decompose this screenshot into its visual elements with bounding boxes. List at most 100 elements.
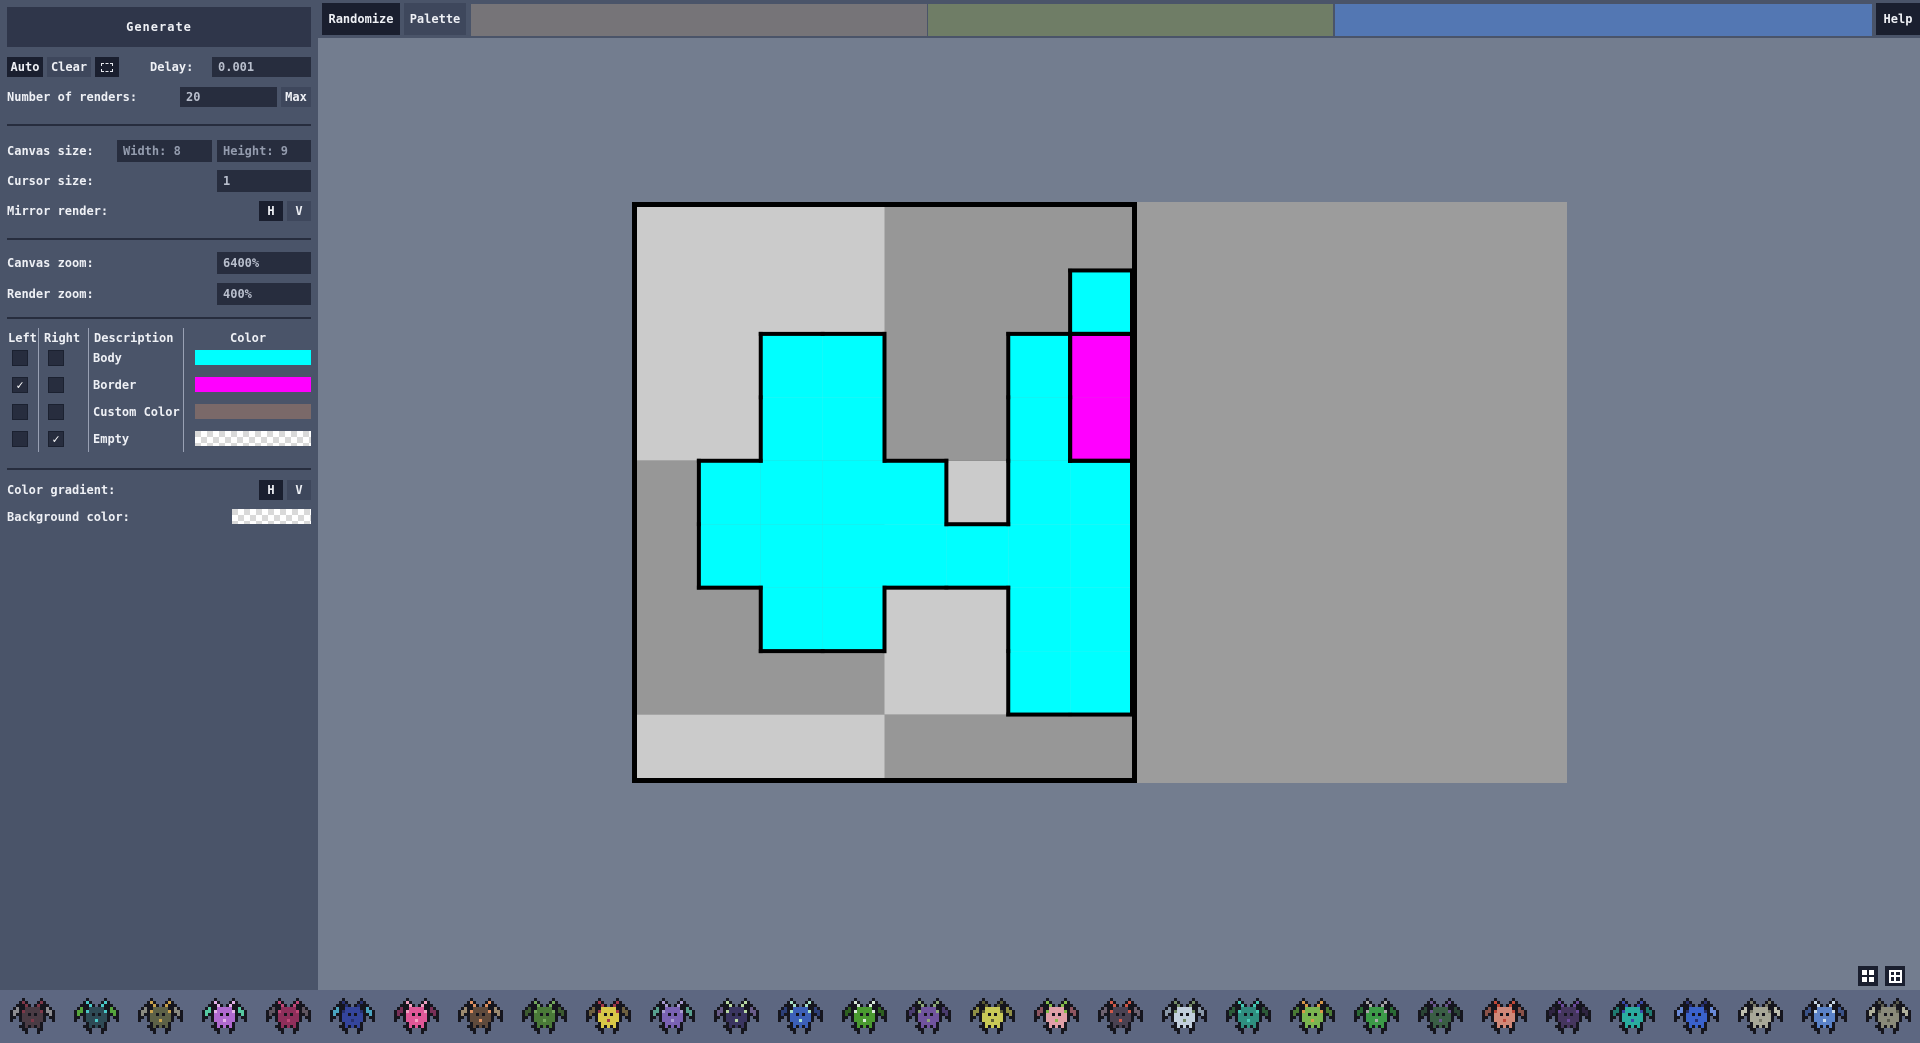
render-thumbnail[interactable] [842,998,887,1034]
empty-row-label: Empty [93,431,129,447]
renders-input[interactable]: 20 [180,87,277,107]
render-thumbnail[interactable] [906,998,951,1034]
render-thumbnail[interactable] [778,998,823,1034]
custom-right-checkbox[interactable] [48,404,64,420]
main-area [318,38,1920,990]
color-slot-green[interactable] [928,4,1333,36]
gradient-v-button[interactable]: V [287,480,311,500]
border-color-swatch[interactable] [195,377,311,392]
grid-view-button[interactable] [1885,966,1905,986]
render-thumbnail[interactable] [266,998,311,1034]
render-thumbnail[interactable] [458,998,503,1034]
canvas-width-input[interactable]: Width: 8 [117,140,212,162]
render-zoom-input[interactable]: 400% [217,283,311,305]
render-thumbnail[interactable] [74,998,119,1034]
cursor-size-label: Cursor size: [7,170,94,192]
tile-view-button[interactable] [1858,966,1878,986]
color-gradient-label: Color gradient: [7,480,115,500]
mirror-render-label: Mirror render: [7,201,108,221]
divider [7,468,311,470]
topbar: Randomize Palette Help [318,0,1920,38]
border-left-checkbox[interactable]: ✓ [12,377,28,393]
column-header-right: Right [44,330,80,346]
render-thumbnail[interactable] [138,998,183,1034]
table-separator [183,328,184,452]
color-slot-blue[interactable] [1335,4,1872,36]
four-squares-icon [1862,970,1874,982]
render-thumbnail[interactable] [1226,998,1271,1034]
render-thumbnail[interactable] [1802,998,1847,1034]
canvas-size-label: Canvas size: [7,140,94,162]
renders-label: Number of renders: [7,87,137,107]
panel-title-text: Generate [126,20,192,34]
randomize-button[interactable]: Randomize [322,3,400,35]
cursor-size-input[interactable]: 1 [217,170,311,192]
generate-panel: Generate Auto Clear Delay: 0.001 Number … [0,0,318,990]
mirror-h-button[interactable]: H [259,201,283,221]
divider [7,317,311,319]
body-color-swatch[interactable] [195,350,311,365]
render-thumbnail[interactable] [330,998,375,1034]
dashed-frame-icon [101,63,113,72]
delay-label: Delay: [150,57,193,77]
clear-button[interactable]: Clear [47,57,91,77]
render-thumbnail[interactable] [1418,998,1463,1034]
render-thumbnail[interactable] [1738,998,1783,1034]
column-header-description: Description [94,330,173,346]
gradient-h-button[interactable]: H [259,480,283,500]
render-thumbnail[interactable] [522,998,567,1034]
background-color-label: Background color: [7,507,130,527]
render-zoom-label: Render zoom: [7,283,94,305]
delay-input[interactable]: 0.001 [212,57,311,77]
table-separator [38,328,39,452]
divider [7,124,311,126]
render-thumbnail[interactable] [586,998,631,1034]
empty-color-swatch[interactable] [195,431,311,446]
custom-left-checkbox[interactable] [12,404,28,420]
border-row-label: Border [93,377,136,393]
render-thumbnail[interactable] [1866,998,1911,1034]
empty-right-checkbox[interactable]: ✓ [48,431,64,447]
render-thumbnail[interactable] [1162,998,1207,1034]
palette-button[interactable]: Palette [404,3,466,35]
body-right-checkbox[interactable] [48,350,64,366]
canvas-zoom-label: Canvas zoom: [7,252,94,274]
color-slot-gray[interactable] [471,4,927,36]
pixel-canvas[interactable] [632,202,1567,783]
render-thumbnail[interactable] [650,998,695,1034]
canvas-height-input[interactable]: Height: 9 [217,140,311,162]
body-row-label: Body [93,350,122,366]
mirror-v-button[interactable]: V [287,201,311,221]
render-thumbnail[interactable] [394,998,439,1034]
render-thumbnail[interactable] [1674,998,1719,1034]
render-thumbnail[interactable] [1098,998,1143,1034]
render-strip [0,990,1920,1043]
canvas-widget[interactable] [632,202,1567,783]
body-left-checkbox[interactable] [12,350,28,366]
render-thumbnail[interactable] [1290,998,1335,1034]
render-thumbnail[interactable] [1482,998,1527,1034]
selection-frame-button[interactable] [95,57,119,77]
render-thumbnail[interactable] [1610,998,1655,1034]
auto-button[interactable]: Auto [7,57,43,77]
max-renders-button[interactable]: Max [281,87,311,107]
custom-color-swatch[interactable] [195,404,311,419]
border-right-checkbox[interactable] [48,377,64,393]
render-thumbnail[interactable] [970,998,1015,1034]
custom-color-row-label: Custom Color [93,404,180,420]
column-header-left: Left [8,330,37,346]
empty-left-checkbox[interactable] [12,431,28,447]
render-thumbnail[interactable] [1034,998,1079,1034]
window-grid-icon [1889,970,1902,983]
canvas-zoom-input[interactable]: 6400% [217,252,311,274]
background-color-swatch[interactable] [232,509,311,524]
render-thumbnail[interactable] [202,998,247,1034]
render-thumbnail[interactable] [10,998,55,1034]
generate-panel-title: Generate [7,7,311,47]
render-thumbnail[interactable] [1546,998,1591,1034]
render-thumbnail[interactable] [714,998,759,1034]
column-header-color: Color [230,330,266,346]
help-button[interactable]: Help [1876,3,1920,35]
table-separator [88,328,89,452]
render-thumbnail[interactable] [1354,998,1399,1034]
